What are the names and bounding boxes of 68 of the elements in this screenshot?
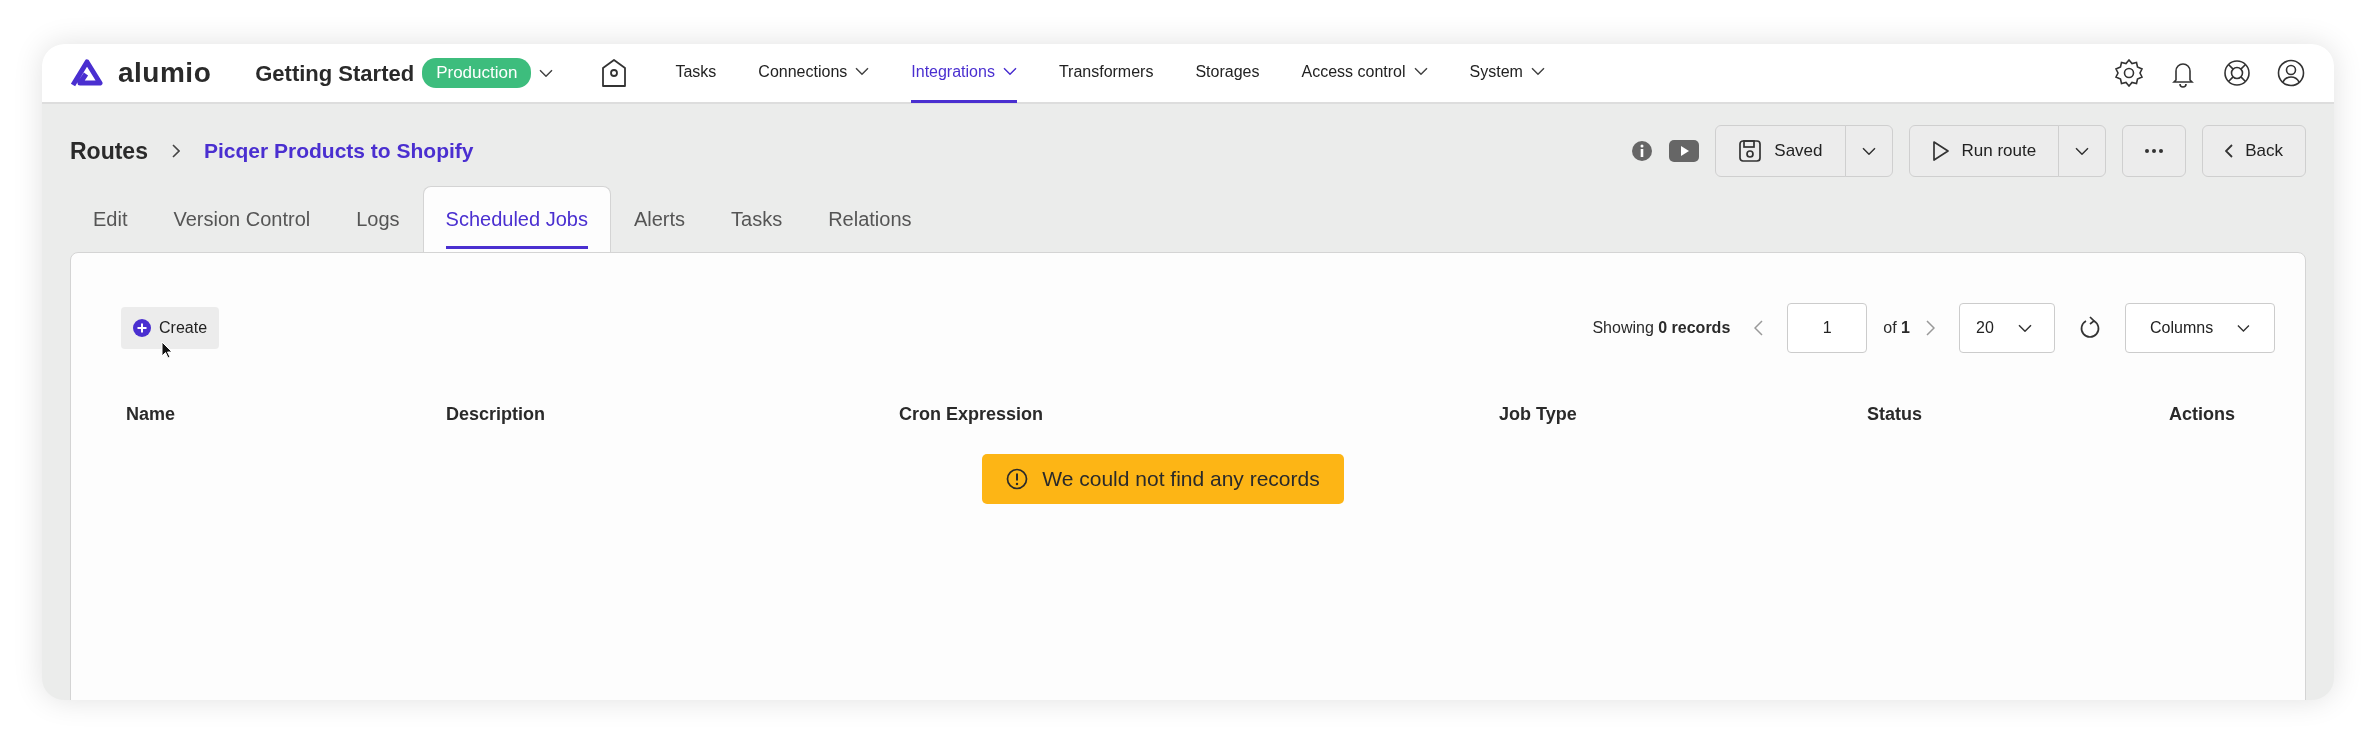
cursor-icon (161, 341, 173, 359)
column-header: Actions (2169, 403, 2236, 426)
environment-badge: Production (422, 58, 532, 88)
tab[interactable]: Scheduled Jobs (422, 186, 611, 252)
create-button[interactable]: Create (121, 307, 220, 349)
breadcrumb-current[interactable]: Picqer Products to Shopify (203, 135, 474, 167)
logo-text: alumio (118, 56, 212, 90)
nav-item[interactable]: Tasks (675, 44, 717, 103)
column-header: Job Type (1499, 403, 1578, 426)
column-header: Cron Expression (899, 403, 1045, 426)
empty-message: We could not find any records (1042, 466, 1320, 492)
account-button[interactable] (2276, 58, 2306, 88)
columns-select[interactable]: Columns (2125, 303, 2275, 353)
plus-circle-icon (133, 319, 151, 337)
chevron-down-icon (855, 67, 870, 76)
back-button[interactable]: Back (2202, 125, 2306, 177)
environment-name: Getting Started (255, 59, 415, 88)
column-header: Name (126, 403, 177, 426)
records-count: Showing 0 records (1592, 318, 1731, 338)
chevron-down-icon (2237, 323, 2250, 333)
nav-item[interactable]: System (1469, 44, 1545, 103)
help-button[interactable] (2222, 58, 2252, 88)
more-icon (2145, 149, 2164, 153)
tab[interactable]: Alerts (610, 186, 709, 252)
play-icon (1931, 140, 1950, 162)
save-icon (1738, 139, 1763, 163)
refresh-button[interactable] (2079, 316, 2101, 340)
video-icon[interactable] (1669, 140, 1700, 162)
next-page-icon[interactable] (1926, 320, 1935, 336)
nav-item[interactable]: Access control (1301, 44, 1428, 103)
settings-icon (2114, 58, 2144, 88)
column-header: Description (446, 403, 547, 426)
tab[interactable]: Relations (805, 186, 935, 252)
user-icon (2276, 58, 2306, 88)
chevron-down-icon (1002, 67, 1017, 76)
chevron-down-icon (1861, 146, 1876, 156)
chevron-down-icon (2075, 146, 2090, 156)
page-total: of 1 (1883, 318, 1910, 338)
nav-item[interactable]: Storages (1195, 44, 1260, 103)
tab[interactable]: Version Control (150, 186, 334, 252)
chevron-down-icon (1530, 67, 1545, 76)
chevron-down-icon (2017, 323, 2032, 333)
save-button[interactable]: Saved (1715, 125, 1846, 177)
refresh-icon (2079, 316, 2101, 340)
chevron-down-icon (539, 68, 554, 78)
chevron-right-icon (171, 144, 180, 158)
home-icon (601, 58, 628, 88)
page-size-select[interactable]: 20 (1959, 303, 2055, 353)
tab[interactable]: Logs (333, 186, 423, 252)
home-button[interactable] (601, 58, 628, 88)
column-header: Status (1867, 403, 1923, 426)
tab[interactable]: Tasks (708, 186, 806, 252)
nav-item[interactable]: Integrations (911, 44, 1017, 103)
warning-icon (1006, 467, 1029, 490)
logo[interactable]: alumio (70, 52, 212, 94)
nav-item[interactable]: Transformers (1058, 44, 1154, 103)
environment-dropdown[interactable] (539, 68, 554, 78)
chevron-left-icon (2225, 144, 2234, 158)
chevron-down-icon (1413, 67, 1428, 76)
tab[interactable]: Edit (70, 186, 151, 252)
help-icon (2222, 58, 2252, 88)
run-route-button[interactable]: Run route (1908, 125, 2060, 177)
page-field[interactable]: 1 (1787, 303, 1868, 353)
info-icon[interactable] (1631, 140, 1654, 162)
previous-page-icon[interactable] (1754, 320, 1764, 336)
nav-item[interactable]: Connections (758, 44, 870, 103)
breadcrumb-link[interactable]: Routes (70, 133, 148, 169)
settings-button[interactable] (2114, 58, 2144, 88)
